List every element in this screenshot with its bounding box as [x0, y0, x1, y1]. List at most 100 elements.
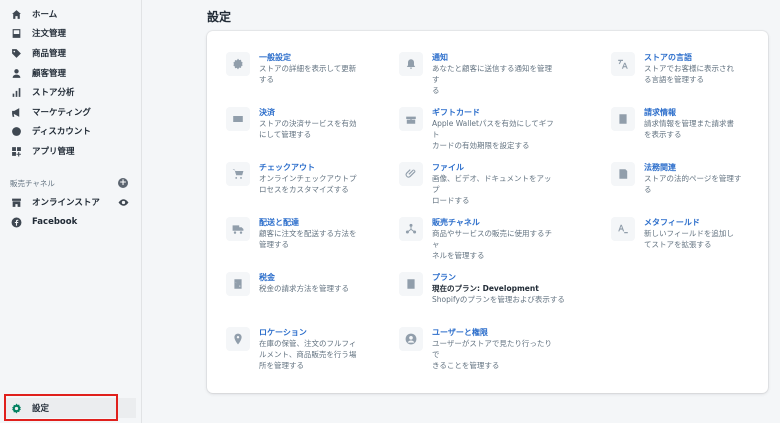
tile-title: 一般設定	[259, 53, 291, 62]
sidebar-item-label: 商品管理	[32, 49, 67, 59]
tile-desc: オンラインチェックアウトプ ロセスをカスタマイズする	[259, 174, 357, 194]
tile-store-language[interactable]: ストアの言語ストアでお客様に表示され る言語を管理する	[611, 52, 771, 85]
tile-shipping[interactable]: 配送と配達 顧客に注文を配送する方法を 管理する	[226, 217, 386, 250]
sidebar-item-label: アプリ管理	[32, 147, 75, 157]
tile-title: 税金	[259, 273, 275, 282]
tile-desc: 新しいフィールドを追加し てストアを拡張する	[644, 229, 734, 249]
user-icon	[399, 327, 423, 351]
sidebar-item-orders[interactable]: 注文管理	[6, 24, 136, 42]
tile-desc: ストアの詳細を表示して更新 する	[259, 64, 357, 84]
tile-desc: ストアでお客様に表示され る言語を管理する	[644, 64, 734, 84]
tile-title: メタフィールド	[644, 218, 700, 227]
person-icon	[10, 67, 22, 79]
tile-title: ファイル	[432, 163, 464, 172]
plan-icon	[399, 272, 423, 296]
sidebar-item-analytics[interactable]: ストア分析	[6, 83, 136, 101]
sidebar-item-label: オンラインストア	[32, 198, 100, 208]
metafields-icon	[611, 217, 635, 241]
tag-icon	[10, 47, 22, 59]
tax-icon	[226, 272, 250, 296]
location-icon	[226, 327, 250, 351]
settings-card: 一般設定ストアの詳細を表示して更新 する 通知あなたと顧客に送信する通知を管理す…	[207, 31, 768, 393]
sidebar-item-discounts[interactable]: ディスカウント	[6, 122, 136, 140]
tile-title: ギフトカード	[432, 108, 480, 117]
sidebar-item-label: ディスカウント	[32, 127, 91, 137]
tile-title: ロケーション	[259, 328, 307, 337]
tile-desc: ストアの法的ページを管理す る	[644, 174, 742, 194]
tile-notifications[interactable]: 通知あなたと顧客に送信する通知を管理す る	[399, 52, 559, 96]
page-title: 設定	[207, 10, 232, 24]
tile-title: 販売チャネル	[432, 218, 480, 227]
highlight-box-settings	[4, 394, 118, 421]
tile-desc: 税金の請求方法を管理する	[259, 284, 349, 293]
orders-icon	[10, 27, 22, 39]
sidebar-item-label: 顧客管理	[32, 69, 67, 79]
sidebar-item-marketing[interactable]: マーケティング	[6, 103, 136, 121]
sidebar-item-online-store[interactable]: オンラインストア	[6, 193, 136, 211]
facebook-icon	[10, 216, 22, 228]
sidebar-item-customers[interactable]: 顧客管理	[6, 64, 136, 82]
tile-locations[interactable]: ロケーション在庫の保管、注文のフルフィ ルメント、商品販売を行う場 所を管理する	[226, 327, 386, 371]
tile-current-plan: 現在のプラン: Development	[432, 284, 539, 293]
tile-metafields[interactable]: メタフィールド新しいフィールドを追加し てストアを拡張する	[611, 217, 771, 250]
tile-payments[interactable]: 決済ストアの決済サービスを有効 にして管理する	[226, 107, 386, 140]
tile-title: 法務関連	[644, 163, 676, 172]
sidebar: ホーム 注文管理 商品管理 顧客管理 ストア分析 マーケティング ディスカウント…	[0, 0, 142, 423]
translate-icon	[611, 52, 635, 76]
tile-title: 決済	[259, 108, 275, 117]
tile-gift-cards[interactable]: ギフトカード Apple Walletパスを有効にしてギフト カードの有効期限を設…	[399, 107, 559, 151]
tile-title: ストアの言語	[644, 53, 692, 62]
eye-icon[interactable]	[118, 197, 129, 208]
add-channel-button[interactable]: +	[118, 178, 128, 188]
apps-icon	[10, 145, 22, 157]
sidebar-item-facebook[interactable]: Facebook	[6, 213, 136, 231]
store-icon	[10, 196, 22, 208]
paperclip-icon	[399, 162, 423, 186]
tile-desc: 在庫の保管、注文のフルフィ ルメント、商品販売を行う場 所を管理する	[259, 339, 357, 370]
tile-desc: Shopifyのプランを管理および表示する	[432, 295, 565, 304]
sidebar-item-label: ホーム	[32, 10, 58, 20]
gift-icon	[399, 107, 423, 131]
tile-taxes[interactable]: 税金税金の請求方法を管理する	[226, 272, 386, 296]
tile-plan[interactable]: プラン現在のプラン: Development Shopifyのプランを管理および表…	[399, 272, 599, 305]
channels-icon	[399, 217, 423, 241]
tile-billing[interactable]: 請求情報 請求情報を管理また請求書 を表示する	[611, 107, 771, 140]
cart-icon	[226, 162, 250, 186]
tile-desc: 商品やサービスの販売に使用するチャ ネルを管理する	[432, 229, 552, 260]
tile-files[interactable]: ファイル画像、ビデオ、ドキュメントをアップ ロードする	[399, 162, 559, 206]
truck-icon	[226, 217, 250, 241]
sidebar-item-label: Facebook	[32, 217, 78, 227]
bar-chart-icon	[10, 86, 22, 98]
tile-users-permissions[interactable]: ユーザーと権限ユーザーがストアで見たり行ったりで きることを管理する	[399, 327, 559, 371]
tile-title: 通知	[432, 53, 448, 62]
discount-icon	[10, 125, 22, 137]
tile-checkout[interactable]: チェックアウトオンラインチェックアウトプ ロセスをカスタマイズする	[226, 162, 386, 195]
tile-title: 請求情報	[644, 108, 676, 117]
billing-icon	[611, 107, 635, 131]
tile-title: 配送と配達	[259, 218, 299, 227]
gear-icon	[226, 52, 250, 76]
sidebar-item-label: ストア分析	[32, 88, 75, 98]
tile-title: ユーザーと権限	[432, 328, 488, 337]
tile-desc: 画像、ビデオ、ドキュメントをアップ ロードする	[432, 174, 552, 205]
home-icon	[10, 8, 22, 20]
sales-channels-heading: 販売チャネル	[10, 179, 55, 188]
tile-desc: ストアの決済サービスを有効 にして管理する	[259, 119, 357, 139]
tile-desc: ユーザーがストアで見たり行ったりで きることを管理する	[432, 339, 552, 370]
sidebar-item-home[interactable]: ホーム	[6, 5, 136, 23]
sidebar-item-label: マーケティング	[32, 108, 91, 118]
legal-icon	[611, 162, 635, 186]
sidebar-item-products[interactable]: 商品管理	[6, 44, 136, 62]
tile-title: プラン	[432, 273, 456, 282]
tile-desc: あなたと顧客に送信する通知を管理す る	[432, 64, 552, 95]
sidebar-item-label: 注文管理	[32, 29, 67, 39]
tile-legal[interactable]: 法務関連ストアの法的ページを管理す る	[611, 162, 771, 195]
tile-sales-channels[interactable]: 販売チャネル商品やサービスの販売に使用するチャ ネルを管理する	[399, 217, 559, 261]
bell-icon	[399, 52, 423, 76]
megaphone-icon	[10, 106, 22, 118]
tile-general[interactable]: 一般設定ストアの詳細を表示して更新 する	[226, 52, 386, 85]
payment-icon	[226, 107, 250, 131]
tile-desc: Apple Walletパスを有効にしてギフト カードの有効期限を設定する	[432, 119, 554, 150]
tile-title: チェックアウト	[259, 163, 315, 172]
sidebar-item-apps[interactable]: アプリ管理	[6, 142, 136, 160]
